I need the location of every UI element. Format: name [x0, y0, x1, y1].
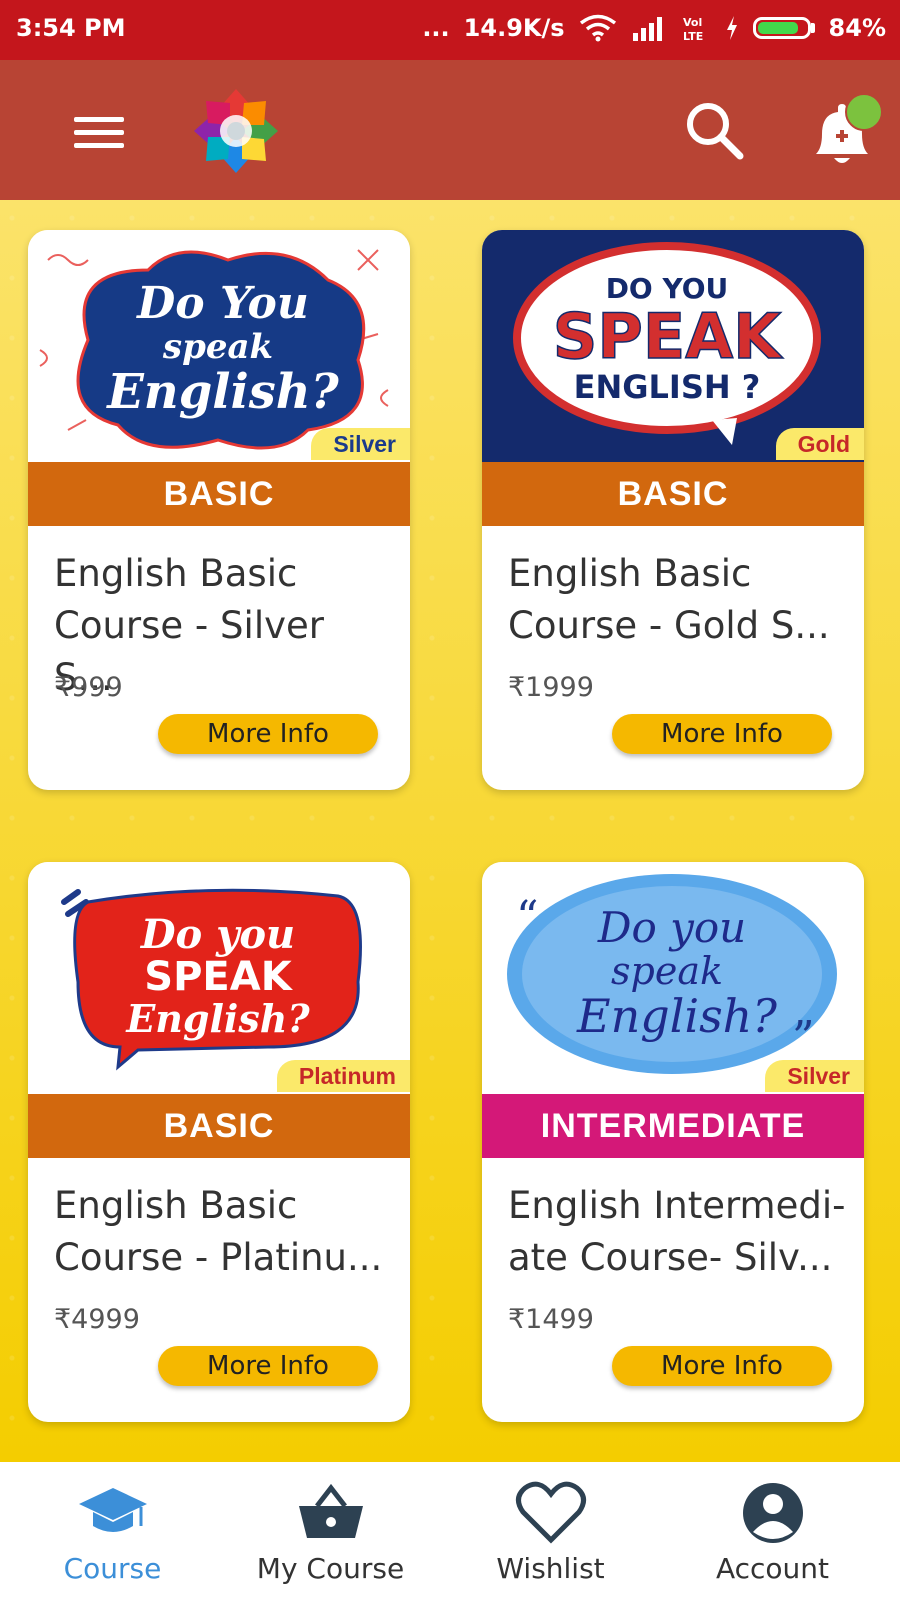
wifi-icon	[579, 14, 616, 42]
nav-item-account[interactable]: Account	[660, 1462, 885, 1600]
battery-icon	[752, 17, 815, 39]
more-info-button[interactable]: More Info	[612, 714, 832, 754]
volte-icon: Vol LTE	[683, 16, 703, 42]
app-logo	[190, 85, 282, 177]
tier-badge: Silver	[765, 1060, 864, 1092]
charging-icon	[726, 16, 737, 40]
course-card[interactable]: “ ” Do you speak English? Silver INTERME…	[482, 862, 864, 1422]
bottom-navigation: Course My Course Wishlist Account	[0, 1462, 900, 1600]
network-speed: 14.9K/s	[463, 14, 565, 42]
banner-line-3: ENGLISH ?	[574, 368, 761, 406]
course-card[interactable]: Do You speak English? Silver BASIC Engli…	[28, 230, 410, 790]
level-label: BASIC	[482, 462, 864, 526]
more-info-button[interactable]: More Info	[612, 1346, 832, 1386]
level-label: INTERMEDIATE	[482, 1094, 864, 1158]
banner-line-2: speak	[611, 949, 723, 993]
banner-line-3: English?	[105, 364, 339, 420]
bell-icon[interactable]	[800, 92, 888, 172]
course-title: English Basic Course - Gold S...	[508, 548, 848, 652]
nav-label-course: Course	[63, 1552, 162, 1585]
course-title: English Basic Course - Platinu...	[54, 1180, 394, 1284]
course-title: English Intermedi- ate Course- Silv...	[508, 1180, 848, 1284]
svg-text:Vol: Vol	[683, 16, 702, 29]
search-icon[interactable]	[682, 98, 748, 164]
nav-item-course[interactable]: Course	[0, 1462, 225, 1600]
graduation-cap-icon	[78, 1488, 147, 1532]
basket-icon	[298, 1483, 363, 1538]
more-info-button[interactable]: More Info	[158, 714, 378, 754]
course-card[interactable]: Do you SPEAK English? Platinum BASIC Eng…	[28, 862, 410, 1422]
tier-badge: Silver	[311, 428, 410, 460]
status-bar: 3:54 PM ... 14.9K/s Vol LTE 84%	[0, 0, 900, 60]
nav-item-my-course[interactable]: My Course	[218, 1462, 443, 1600]
course-title-line-1: English Basic	[54, 1184, 298, 1227]
quote-close-icon: ”	[792, 1012, 815, 1063]
banner-line-2: SPEAK	[144, 954, 293, 1000]
more-info-button[interactable]: More Info	[158, 1346, 378, 1386]
course-price: ₹4999	[54, 1304, 140, 1335]
tier-badge: Gold	[775, 428, 864, 460]
svg-text:LTE: LTE	[683, 30, 703, 42]
banner-line-3: English?	[125, 996, 310, 1041]
banner-line-1: Do you	[140, 911, 295, 958]
status-dots: ...	[422, 14, 450, 42]
nav-item-wishlist[interactable]: Wishlist	[438, 1462, 663, 1600]
heart-icon	[515, 1481, 586, 1544]
banner-line-2: speak	[162, 327, 273, 367]
course-price: ₹1499	[508, 1304, 594, 1335]
course-title-line-2: ate Course- Silv...	[508, 1236, 833, 1279]
course-price: ₹999	[54, 672, 123, 703]
banner-line-1: Do You	[135, 278, 309, 329]
battery-percent: 84%	[828, 14, 886, 42]
signal-icon	[632, 17, 662, 41]
status-indicators: ... 14.9K/s Vol LTE 84%	[422, 14, 886, 42]
course-price: ₹1999	[508, 672, 594, 703]
course-title-line-2: Course - Platinu...	[54, 1236, 383, 1279]
app-bar	[0, 60, 900, 200]
nav-label-account: Account	[715, 1552, 830, 1585]
account-circle-icon	[742, 1483, 803, 1543]
quote-open-icon: “	[516, 892, 539, 943]
banner-line-2: SPEAK	[553, 300, 783, 373]
tier-badge: Platinum	[276, 1060, 410, 1092]
course-title-line-1: English Basic	[508, 552, 752, 595]
level-label: BASIC	[28, 462, 410, 526]
banner-line-1: Do you	[597, 903, 746, 952]
level-label: BASIC	[28, 1094, 410, 1158]
nav-label-wishlist: Wishlist	[496, 1552, 605, 1585]
course-title-line-1: English Basic	[54, 552, 298, 595]
status-time: 3:54 PM	[16, 14, 126, 42]
nav-label-my-course: My Course	[256, 1552, 405, 1585]
course-title-line-2: Course - Gold S...	[508, 604, 830, 647]
banner-line-3: English?	[576, 989, 777, 1043]
course-card[interactable]: DO YOU SPEAK ENGLISH ? Gold BASIC Englis…	[482, 230, 864, 790]
hamburger-menu-icon[interactable]	[72, 113, 128, 153]
course-title-line-1: English Intermedi-	[508, 1184, 846, 1227]
